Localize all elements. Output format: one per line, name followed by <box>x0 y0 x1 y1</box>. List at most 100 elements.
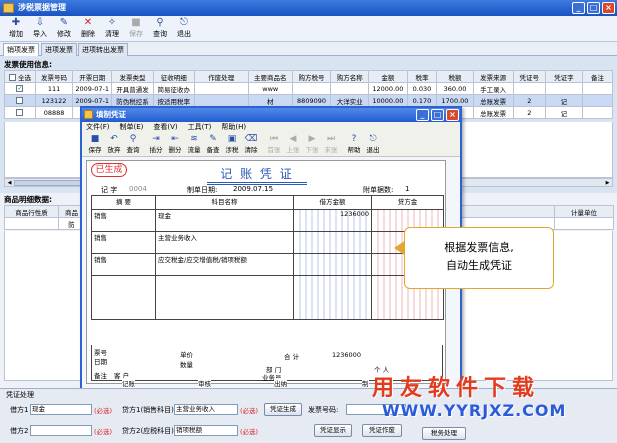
tab-input-transfer-invoice[interactable]: 进项转出发票 <box>78 43 128 56</box>
credit2-label: 贷方2(应税科目) <box>122 427 174 435</box>
table-cell: www <box>247 82 293 95</box>
scroll-right-arrow-icon[interactable]: ▶ <box>604 180 611 186</box>
column-header[interactable]: 作废处理 <box>193 70 249 83</box>
column-header[interactable]: 发票类型 <box>111 70 154 83</box>
generate-voucher-button[interactable]: 凭证生成 <box>264 403 302 416</box>
entry-summary[interactable]: 销售 <box>91 209 156 232</box>
entry-account[interactable]: 主营业务收入 <box>155 231 294 254</box>
column-header[interactable]: 计量单位 <box>554 205 614 218</box>
dialog-minimize-button[interactable]: _ <box>416 109 429 121</box>
credit2-input[interactable]: 销项税额 <box>174 425 238 436</box>
add-button[interactable]: ✚ 增加 <box>4 17 28 41</box>
column-header[interactable]: 商品行性质 <box>4 205 59 218</box>
close-button[interactable]: × <box>602 2 615 14</box>
tab-bar: 销项发票 进项发票 进项转出发票 <box>0 42 617 56</box>
entry-debit[interactable] <box>293 253 372 276</box>
import-button[interactable]: ⇩ 导入 <box>28 17 52 41</box>
row-checkbox[interactable]: ✓ <box>16 85 24 92</box>
prev-voucher-button[interactable]: ◀ 上张 <box>284 133 302 157</box>
entry-debit[interactable]: 1236000 <box>293 209 372 232</box>
table-row[interactable]: 123122 2009-07-1 防伪税控系 按适用税率 材 8809090 大… <box>4 94 614 107</box>
maximize-button[interactable]: □ <box>587 2 600 14</box>
dialog-close-button[interactable]: × <box>446 109 459 121</box>
delete-line-button[interactable]: ⇤ 删分 <box>166 133 184 157</box>
entry-account[interactable]: 应交税金/应交增值税/销项税额 <box>155 253 294 276</box>
menu-tools[interactable]: 工具(T) <box>188 123 212 131</box>
window-title: 涉税票据管理 <box>18 3 66 12</box>
insert-icon: ⇥ <box>152 134 160 144</box>
credit1-input[interactable]: 主营业务收入 <box>174 404 238 415</box>
column-header[interactable]: 购方名称 <box>330 70 370 83</box>
first-voucher-button[interactable]: ⏮ 首张 <box>265 133 283 157</box>
table-row[interactable]: ✓ 111 2009-07-1 开具普通发 简易征收办 www 12000.00… <box>4 82 614 95</box>
voucher-search-button[interactable]: ⚲ 查询 <box>124 133 142 157</box>
debit1-input[interactable]: 现金 <box>30 404 92 415</box>
column-header[interactable]: 发票来源 <box>472 70 514 83</box>
voucher-date[interactable]: 2009.07.15 <box>233 185 273 193</box>
show-voucher-button[interactable]: 凭证显示 <box>314 424 352 437</box>
save-icon: ■ <box>90 134 100 144</box>
menu-file[interactable]: 文件(F) <box>86 123 110 131</box>
cash-flow-button[interactable]: ≋ 流量 <box>185 133 203 157</box>
dialog-menu-bar: 文件(F) 制单(E) 查看(V) 工具(T) 帮助(H) <box>82 122 460 133</box>
undo-icon: ↶ <box>110 134 118 144</box>
column-header[interactable]: 税额 <box>436 70 474 83</box>
table-cell: 防伪税控系 <box>111 94 154 107</box>
tax-button[interactable]: ▣ 涉税 <box>223 133 241 157</box>
voucher-save-button[interactable]: ■ 保存 <box>86 133 104 157</box>
entry-summary[interactable]: 销售 <box>91 253 156 276</box>
delete-button[interactable]: ✕ 删除 <box>76 17 100 41</box>
credit-header: 贷方金 <box>371 195 444 210</box>
select-all-header[interactable]: 全选 <box>4 70 36 83</box>
help-button[interactable]: ? 帮助 <box>345 133 363 157</box>
insert-line-button[interactable]: ⇥ 插分 <box>147 133 165 157</box>
memo-button[interactable]: ✎ 备查 <box>204 133 222 157</box>
select-all-checkbox[interactable] <box>8 74 16 81</box>
column-header[interactable]: 备注 <box>581 70 614 83</box>
next-voucher-button[interactable]: ▶ 下张 <box>303 133 321 157</box>
exit-button[interactable]: ⎋ 退出 <box>172 17 196 41</box>
column-header[interactable]: 凭证号 <box>512 70 546 83</box>
row-checkbox[interactable] <box>16 97 24 104</box>
edit-button[interactable]: ✎ 修改 <box>52 17 76 41</box>
tab-output-invoice[interactable]: 销项发票 <box>3 43 39 56</box>
column-header[interactable]: 税率 <box>406 70 438 83</box>
last-icon: ⏭ <box>326 134 336 144</box>
column-header[interactable]: 发票号码 <box>34 70 74 83</box>
column-header[interactable]: 开票日期 <box>72 70 113 83</box>
column-header[interactable]: 金额 <box>368 70 408 83</box>
column-header[interactable]: 征收明细 <box>152 70 195 83</box>
minimize-button[interactable]: _ <box>572 2 585 14</box>
bookkeeper-label: 记账 <box>122 378 135 388</box>
column-header[interactable]: 主要商品名 <box>247 70 293 83</box>
menu-help[interactable]: 帮助(H) <box>221 123 246 131</box>
entry-account[interactable]: 现金 <box>155 209 294 232</box>
row-checkbox[interactable] <box>16 109 24 116</box>
menu-view[interactable]: 查看(V) <box>153 123 177 131</box>
scroll-left-arrow-icon[interactable]: ◀ <box>6 180 13 186</box>
dialog-maximize-button[interactable]: □ <box>431 109 444 121</box>
debit2-input[interactable] <box>30 425 92 436</box>
last-voucher-button[interactable]: ⏭ 末张 <box>322 133 340 157</box>
quantity-label: 数量 <box>180 361 193 369</box>
tax-processing-button[interactable]: 税务处理 <box>422 427 466 440</box>
void-voucher-button[interactable]: 凭证作废 <box>362 424 402 437</box>
clean-button[interactable]: ✧ 清理 <box>100 17 124 41</box>
column-header[interactable]: 购方税号 <box>291 70 332 83</box>
cashier-label: 出纳 <box>274 378 287 388</box>
save-button[interactable]: ■ 保存 <box>124 17 148 41</box>
menu-voucher[interactable]: 制单(E) <box>120 123 144 131</box>
attach-count[interactable]: 1 <box>405 185 409 193</box>
total-debit: 1236000 <box>332 351 361 359</box>
voucher-discard-button[interactable]: ↶ 放弃 <box>105 133 123 157</box>
import-icon: ⇩ <box>35 17 45 28</box>
entry-summary[interactable]: 销售 <box>91 231 156 254</box>
column-header[interactable]: 凭证字 <box>544 70 583 83</box>
entry-debit[interactable] <box>293 231 372 254</box>
tab-input-invoice[interactable]: 进项发票 <box>41 43 77 56</box>
dialog-exit-button[interactable]: ⎋ 退出 <box>364 133 382 157</box>
table-cell: 总账发票 <box>472 106 514 119</box>
clear-button[interactable]: ⌫ 清除 <box>242 133 260 157</box>
search-button[interactable]: ⚲ 查询 <box>148 17 172 41</box>
callout-line-1: 根据发票信息, <box>444 241 514 254</box>
